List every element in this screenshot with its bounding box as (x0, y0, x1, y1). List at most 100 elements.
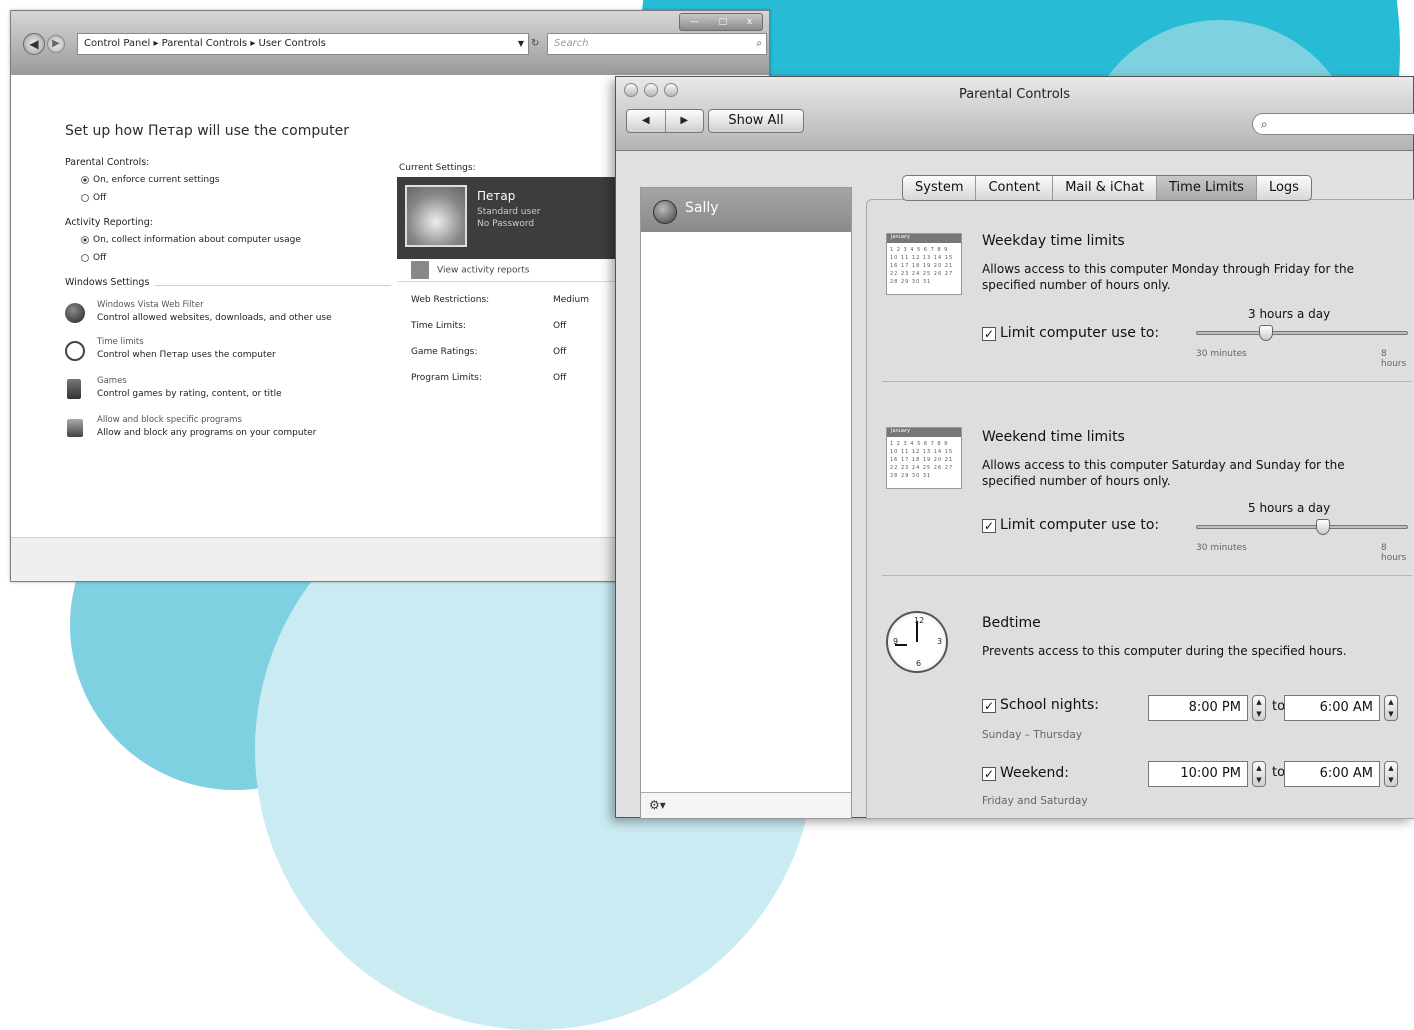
school-to-time[interactable]: 6:00 AM (1284, 695, 1380, 721)
view-activity-reports-link[interactable]: View activity reports (411, 261, 529, 279)
report-icon (411, 261, 429, 279)
user-name: Sally (685, 200, 719, 216)
slider-min-label: 30 minutes (1196, 543, 1247, 553)
tab-system[interactable]: System (903, 176, 977, 200)
programs-icon (67, 419, 83, 437)
pc-on-radio[interactable]: On, enforce current settings (81, 175, 220, 185)
tab-time-limits[interactable]: Time Limits (1157, 176, 1257, 200)
weekday-desc: Allows access to this computer Monday th… (982, 262, 1354, 292)
maximize-button[interactable]: □ (719, 17, 728, 27)
refresh-icon[interactable]: ↻ (531, 33, 545, 55)
stepper-icon[interactable]: ▲ ▼ (1384, 761, 1398, 787)
user-name: Петар (477, 189, 516, 203)
pc-off-label: Off (93, 193, 107, 203)
search-icon: ⌕ (1261, 117, 1268, 131)
back-button[interactable]: ◀ (23, 33, 45, 55)
school-nights-days: Sunday – Thursday (982, 729, 1083, 741)
row-label: Program Limits: (411, 373, 482, 383)
slider-max-label: 8 hours (1381, 349, 1407, 369)
time-limits-desc: Control when Петар uses the computer (97, 350, 276, 360)
divider (882, 381, 1412, 382)
games-link[interactable]: Games (97, 376, 127, 386)
windows-settings-heading: Windows Settings (65, 277, 150, 288)
stepper-icon[interactable]: ▲ ▼ (1252, 695, 1266, 721)
show-all-button[interactable]: Show All (708, 109, 804, 133)
radio-selected-icon (81, 175, 89, 184)
checkmark-icon: ✓ (982, 699, 996, 713)
clock-icon: 12 3 6 9 (886, 611, 948, 673)
weekday-heading: Weekday time limits (982, 233, 1125, 249)
activity-reporting-heading: Activity Reporting: (65, 217, 153, 228)
time-limits-link[interactable]: Time limits (97, 337, 144, 347)
checkbox-label: Limit computer use to: (1000, 325, 1160, 341)
address-bar[interactable]: Control Panel ▸ Parental Controls ▸ User… (77, 33, 529, 55)
chevron-down-icon[interactable]: ▼ (518, 34, 524, 54)
ar-on-radio[interactable]: On, collect information about computer u… (81, 235, 301, 245)
radio-icon (81, 253, 89, 262)
tab-mail-ichat[interactable]: Mail & iChat (1053, 176, 1157, 200)
calendar-icon: January 1 2 3 4 5 6 7 8 9 10 11 12 13 14 … (886, 427, 962, 489)
stepper-icon[interactable]: ▲ ▼ (1384, 695, 1398, 721)
slider-ticks: ' ' ' ' ' ' ' ' ' ' ' ' ' ' ' ' ' ' ' ' (1196, 535, 1408, 539)
weekend-from-time[interactable]: 10:00 PM (1148, 761, 1248, 787)
gear-icon[interactable]: ⚙▾ (649, 798, 666, 812)
school-nights-checkbox[interactable]: ✓ School nights: (982, 697, 1099, 713)
web-filter-link[interactable]: Windows Vista Web Filter (97, 300, 204, 310)
current-row: Game Ratings: Off (411, 347, 611, 357)
weekday-slider-track[interactable] (1196, 331, 1408, 335)
search-input[interactable]: Search ⌕ (547, 33, 767, 55)
pc-on-label: On, enforce current settings (93, 175, 220, 185)
weekend-desc: Allows access to this computer Saturday … (982, 458, 1345, 488)
current-settings-heading: Current Settings: (399, 163, 476, 173)
page-title: Set up how Петар will use the computer (65, 123, 349, 139)
close-button[interactable]: x (747, 17, 752, 27)
pc-off-radio[interactable]: Off (81, 193, 106, 203)
ar-off-label: Off (93, 253, 107, 263)
search-input[interactable]: ⌕ (1252, 113, 1414, 135)
minimize-button[interactable]: — (690, 17, 699, 27)
parental-controls-heading: Parental Controls: (65, 157, 150, 168)
weekend-limit-checkbox[interactable]: ✓ Limit computer use to: (982, 517, 1159, 533)
checkbox-label: Weekend: (1000, 765, 1069, 781)
checkmark-icon: ✓ (982, 327, 996, 341)
slider-min-label: 30 minutes (1196, 349, 1247, 359)
search-placeholder: Search (554, 38, 589, 49)
weekend-to-time[interactable]: 6:00 AM (1284, 761, 1380, 787)
slider-max-label: 8 hours (1381, 543, 1407, 563)
weekend-slider-track[interactable] (1196, 525, 1408, 529)
programs-link[interactable]: Allow and block specific programs (97, 415, 242, 425)
globe-icon (65, 303, 85, 323)
calendar-icon: January 1 2 3 4 5 6 7 8 9 10 11 12 13 14 … (886, 233, 962, 295)
current-row: Web Restrictions: Medium (411, 295, 611, 305)
stepper-icon[interactable]: ▲ ▼ (1252, 761, 1266, 787)
back-button[interactable]: ◀ (627, 110, 666, 132)
school-from-time[interactable]: 8:00 PM (1148, 695, 1248, 721)
ar-off-radio[interactable]: Off (81, 253, 106, 263)
tab-bar: System Content Mail & iChat Time Limits … (902, 175, 1312, 201)
avatar (653, 200, 677, 224)
weekday-slider-thumb[interactable] (1258, 325, 1273, 341)
list-item[interactable]: Sally (641, 188, 851, 232)
tab-logs[interactable]: Logs (1257, 176, 1311, 200)
checkmark-icon: ✓ (982, 519, 996, 533)
window-controls: — □ x (679, 13, 763, 31)
mac-toolbar: Parental Controls ◀ ▶ Show All ⌕ (616, 77, 1414, 151)
ar-on-label: On, collect information about computer u… (93, 235, 301, 245)
slider-ticks: ' ' ' ' ' ' ' ' ' ' ' ' ' ' ' ' ' ' ' ' (1196, 341, 1408, 345)
weekday-limit-checkbox[interactable]: ✓ Limit computer use to: (982, 325, 1159, 341)
row-value: Off (553, 321, 567, 331)
row-value: Medium (553, 295, 589, 305)
forward-button[interactable]: ▶ (666, 110, 704, 132)
tab-content[interactable]: Content (976, 176, 1054, 200)
radio-icon (81, 193, 89, 202)
window-title: Parental Controls (958, 87, 1071, 102)
checkbox-label: Limit computer use to: (1000, 517, 1160, 533)
search-icon[interactable]: ⌕ (756, 34, 762, 54)
row-label: Time Limits: (411, 321, 466, 331)
current-row: Program Limits: Off (411, 373, 611, 383)
address-path: Control Panel ▸ Parental Controls ▸ User… (84, 38, 326, 49)
forward-button[interactable]: ▶ (47, 35, 65, 53)
weekend-bedtime-checkbox[interactable]: ✓ Weekend: (982, 765, 1069, 781)
row-label: Game Ratings: (411, 347, 478, 357)
current-row: Time Limits: Off (411, 321, 611, 331)
